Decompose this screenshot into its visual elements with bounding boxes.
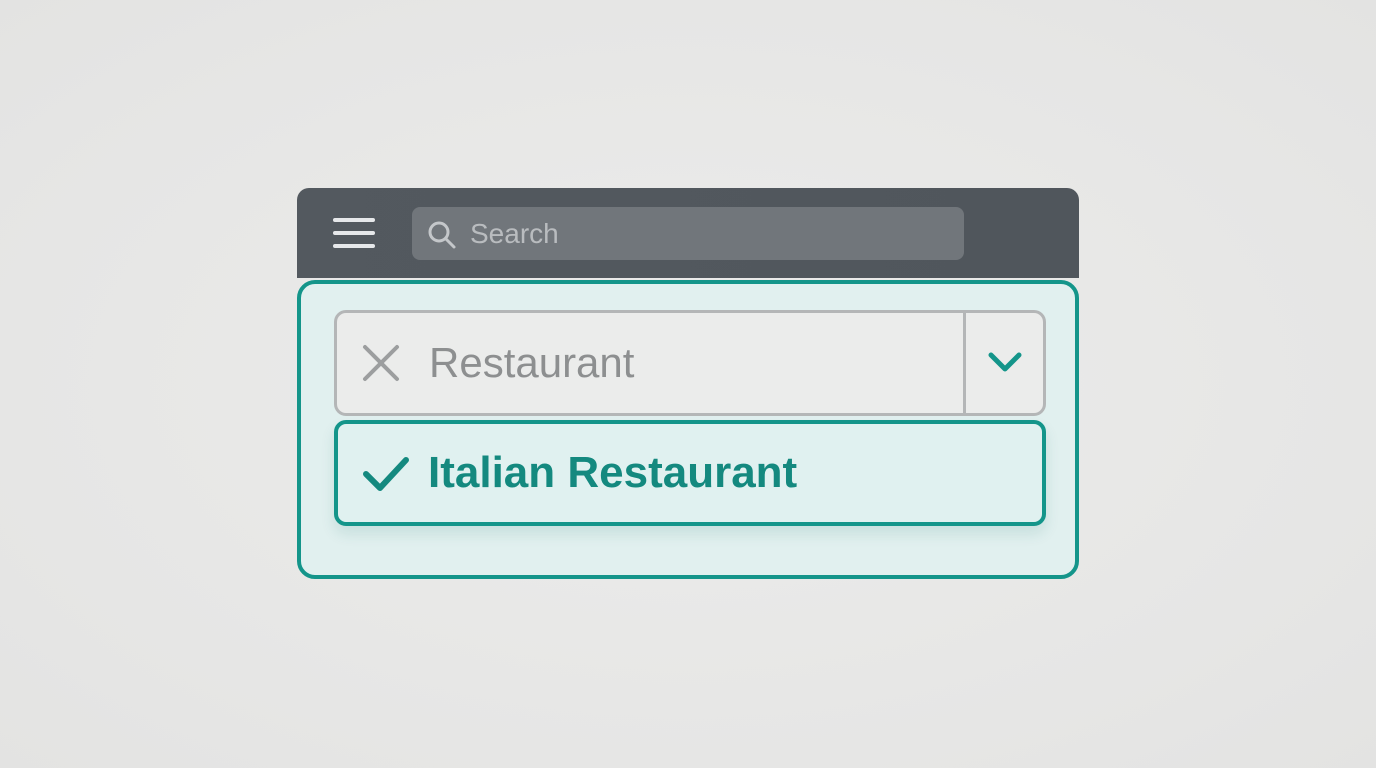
search-bar[interactable] [412, 207, 964, 260]
menu-line [333, 218, 375, 222]
top-toolbar [297, 188, 1079, 278]
search-input[interactable] [470, 207, 950, 260]
option-label: Italian Restaurant [428, 448, 798, 497]
menu-line [333, 244, 375, 248]
menu-line [333, 231, 375, 235]
chevron-down-icon[interactable] [966, 313, 1043, 413]
dropdown-option-italian-restaurant[interactable]: Italian Restaurant [334, 420, 1046, 526]
filter-panel: Restaurant Italian Restaurant [297, 280, 1079, 579]
clear-x-glyph [363, 345, 399, 381]
category-combobox[interactable]: Restaurant [334, 310, 1046, 416]
combobox-value[interactable]: Restaurant [429, 339, 634, 387]
search-icon [428, 221, 456, 249]
close-icon[interactable] [361, 343, 401, 383]
hamburger-menu-icon[interactable] [331, 216, 375, 250]
app-canvas: Restaurant Italian Restaurant [0, 0, 1376, 768]
chevron-glyph [988, 352, 1022, 372]
search-widget: Restaurant Italian Restaurant [297, 188, 1079, 579]
checkmark-icon [363, 457, 409, 491]
